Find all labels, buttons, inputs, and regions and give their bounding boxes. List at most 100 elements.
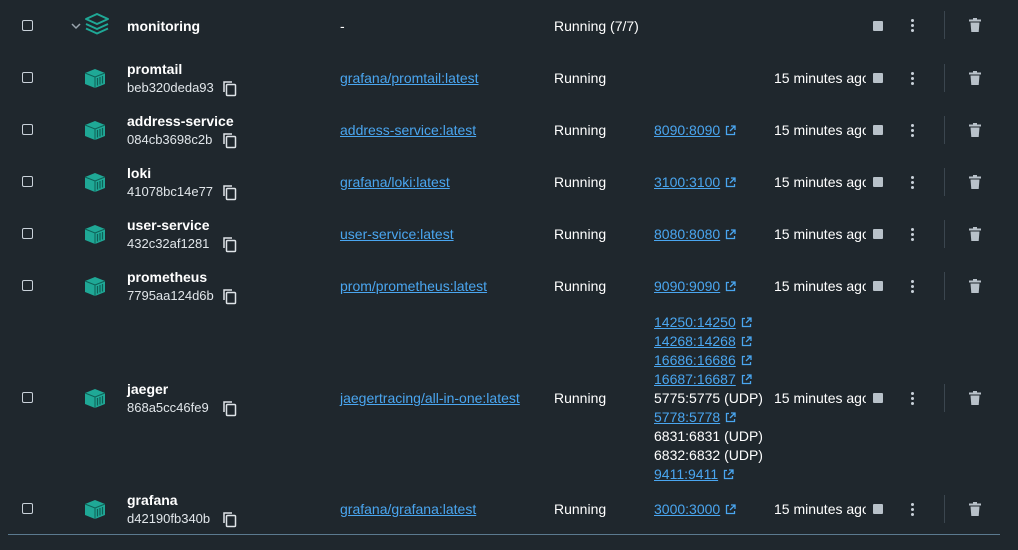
copy-icon[interactable] <box>222 132 237 154</box>
port-label[interactable]: 9411:9411 <box>654 465 718 484</box>
row-checkbox[interactable] <box>22 503 33 514</box>
container-icon <box>82 497 108 526</box>
port-label[interactable]: 14250:14250 <box>654 313 736 332</box>
copy-icon[interactable] <box>222 511 237 533</box>
stop-icon[interactable] <box>873 229 883 239</box>
group-checkbox[interactable] <box>22 20 33 31</box>
port-mapping[interactable]: 5778:5778 <box>654 408 763 427</box>
container-name[interactable]: address-service <box>127 113 234 129</box>
stop-icon[interactable] <box>873 393 883 403</box>
port-mapping[interactable]: 8090:8090 <box>654 121 736 140</box>
copy-icon[interactable] <box>222 236 237 258</box>
group-row: monitoring - Running (7/7) <box>0 0 1018 52</box>
started-time: 15 minutes ago <box>774 501 866 517</box>
stop-icon[interactable] <box>873 21 883 31</box>
container-name[interactable]: loki <box>127 165 151 181</box>
container-name[interactable]: grafana <box>127 492 178 508</box>
port-mapping[interactable]: 16687:16687 <box>654 370 763 389</box>
container-id: 41078bc14e77 <box>127 184 214 199</box>
image-link[interactable]: grafana/promtail:latest <box>340 70 479 86</box>
copy-icon[interactable] <box>222 80 237 102</box>
group-name[interactable]: monitoring <box>127 18 200 34</box>
container-name[interactable]: promtail <box>127 61 182 77</box>
kebab-menu-icon[interactable] <box>911 176 914 189</box>
image-link[interactable]: address-service:latest <box>340 122 476 138</box>
chevron-down-icon[interactable] <box>70 19 82 37</box>
external-link-icon[interactable] <box>725 411 736 423</box>
stop-icon[interactable] <box>873 177 883 187</box>
kebab-menu-icon[interactable] <box>911 72 914 85</box>
container-icon <box>82 170 108 199</box>
port-mapping: 5775:5775 (UDP) <box>654 389 763 408</box>
container-name[interactable]: jaeger <box>127 381 168 397</box>
trash-icon[interactable] <box>969 18 981 37</box>
stack-icon <box>84 12 110 41</box>
trash-icon[interactable] <box>969 71 981 90</box>
trash-icon[interactable] <box>969 227 981 246</box>
port-label[interactable]: 16686:16686 <box>654 351 736 370</box>
stop-icon[interactable] <box>873 125 883 135</box>
external-link-icon[interactable] <box>725 176 736 188</box>
kebab-menu-icon[interactable] <box>911 503 914 516</box>
external-link-icon[interactable] <box>741 373 752 385</box>
external-link-icon[interactable] <box>741 335 752 347</box>
port-label[interactable]: 5778:5778 <box>654 408 720 427</box>
trash-icon[interactable] <box>969 123 981 142</box>
port-label[interactable]: 14268:14268 <box>654 332 736 351</box>
image-link[interactable]: prom/prometheus:latest <box>340 278 487 294</box>
external-link-icon[interactable] <box>725 228 736 240</box>
row-checkbox[interactable] <box>22 392 33 403</box>
port-label[interactable]: 8080:8080 <box>654 225 720 244</box>
kebab-menu-icon[interactable] <box>911 19 914 32</box>
kebab-menu-icon[interactable] <box>911 392 914 405</box>
port-mapping[interactable]: 3100:3100 <box>654 173 736 192</box>
port-label[interactable]: 16687:16687 <box>654 370 736 389</box>
port-mapping[interactable]: 8080:8080 <box>654 225 736 244</box>
kebab-menu-icon[interactable] <box>911 280 914 293</box>
container-icon <box>82 274 108 303</box>
external-link-icon[interactable] <box>741 354 752 366</box>
trash-icon[interactable] <box>969 502 981 521</box>
copy-icon[interactable] <box>222 288 237 310</box>
status-text: Running <box>554 122 607 138</box>
external-link-icon[interactable] <box>725 280 736 292</box>
kebab-menu-icon[interactable] <box>911 124 914 137</box>
port-mapping[interactable]: 3000:3000 <box>654 500 736 519</box>
external-link-icon[interactable] <box>741 316 752 328</box>
started-time: 15 minutes ago <box>774 122 866 138</box>
row-checkbox[interactable] <box>22 124 33 135</box>
stop-icon[interactable] <box>873 281 883 291</box>
row-checkbox[interactable] <box>22 228 33 239</box>
port-label[interactable]: 8090:8090 <box>654 121 720 140</box>
port-label[interactable]: 3000:3000 <box>654 500 720 519</box>
row-checkbox[interactable] <box>22 176 33 187</box>
external-link-icon[interactable] <box>723 468 734 480</box>
port-label[interactable]: 9090:9090 <box>654 277 720 296</box>
copy-icon[interactable] <box>222 184 237 206</box>
trash-icon[interactable] <box>969 279 981 298</box>
port-label[interactable]: 3100:3100 <box>654 173 720 192</box>
external-link-icon[interactable] <box>725 503 736 515</box>
trash-icon[interactable] <box>969 175 981 194</box>
copy-icon[interactable] <box>222 400 237 422</box>
image-link[interactable]: user-service:latest <box>340 226 454 242</box>
trash-icon[interactable] <box>969 391 981 410</box>
row-checkbox[interactable] <box>22 72 33 83</box>
port-mapping[interactable]: 9090:9090 <box>654 277 736 296</box>
column-divider <box>944 116 945 144</box>
row-checkbox[interactable] <box>22 280 33 291</box>
port-mapping[interactable]: 9411:9411 <box>654 465 763 484</box>
external-link-icon[interactable] <box>725 124 736 136</box>
image-link[interactable]: jaegertracing/all-in-one:latest <box>340 390 520 406</box>
image-link[interactable]: grafana/loki:latest <box>340 174 450 190</box>
container-name[interactable]: user-service <box>127 217 210 233</box>
kebab-menu-icon[interactable] <box>911 228 914 241</box>
port-mapping[interactable]: 14250:14250 <box>654 313 763 332</box>
port-mapping[interactable]: 14268:14268 <box>654 332 763 351</box>
container-name[interactable]: prometheus <box>127 269 207 285</box>
image-link[interactable]: grafana/grafana:latest <box>340 501 476 517</box>
stop-icon[interactable] <box>873 504 883 514</box>
container-id: d42190fb340b <box>127 511 211 526</box>
stop-icon[interactable] <box>873 73 883 83</box>
port-mapping[interactable]: 16686:16686 <box>654 351 763 370</box>
